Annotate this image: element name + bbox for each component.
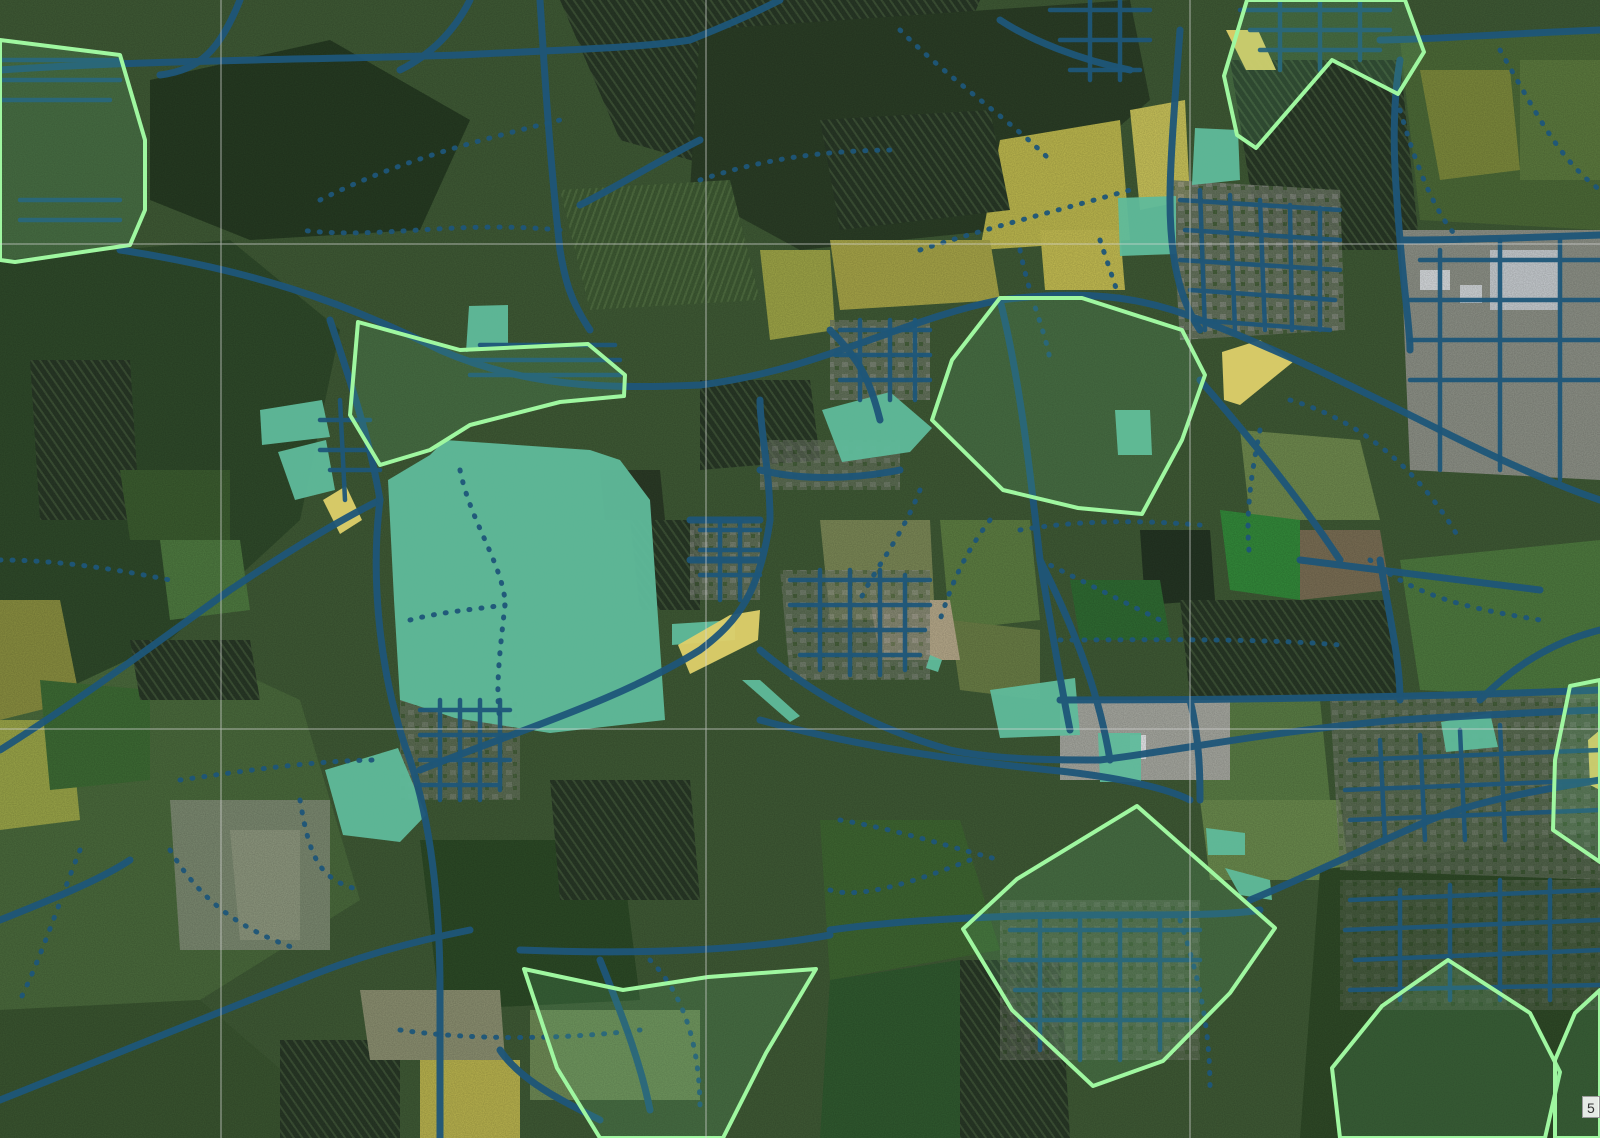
map-viewport[interactable]: 5 (0, 0, 1600, 1138)
map-canvas[interactable] (0, 0, 1600, 1138)
scale-label: 5 (1582, 1096, 1600, 1118)
service-area-polygon[interactable] (0, 38, 147, 264)
teal-zone[interactable] (1192, 128, 1240, 185)
